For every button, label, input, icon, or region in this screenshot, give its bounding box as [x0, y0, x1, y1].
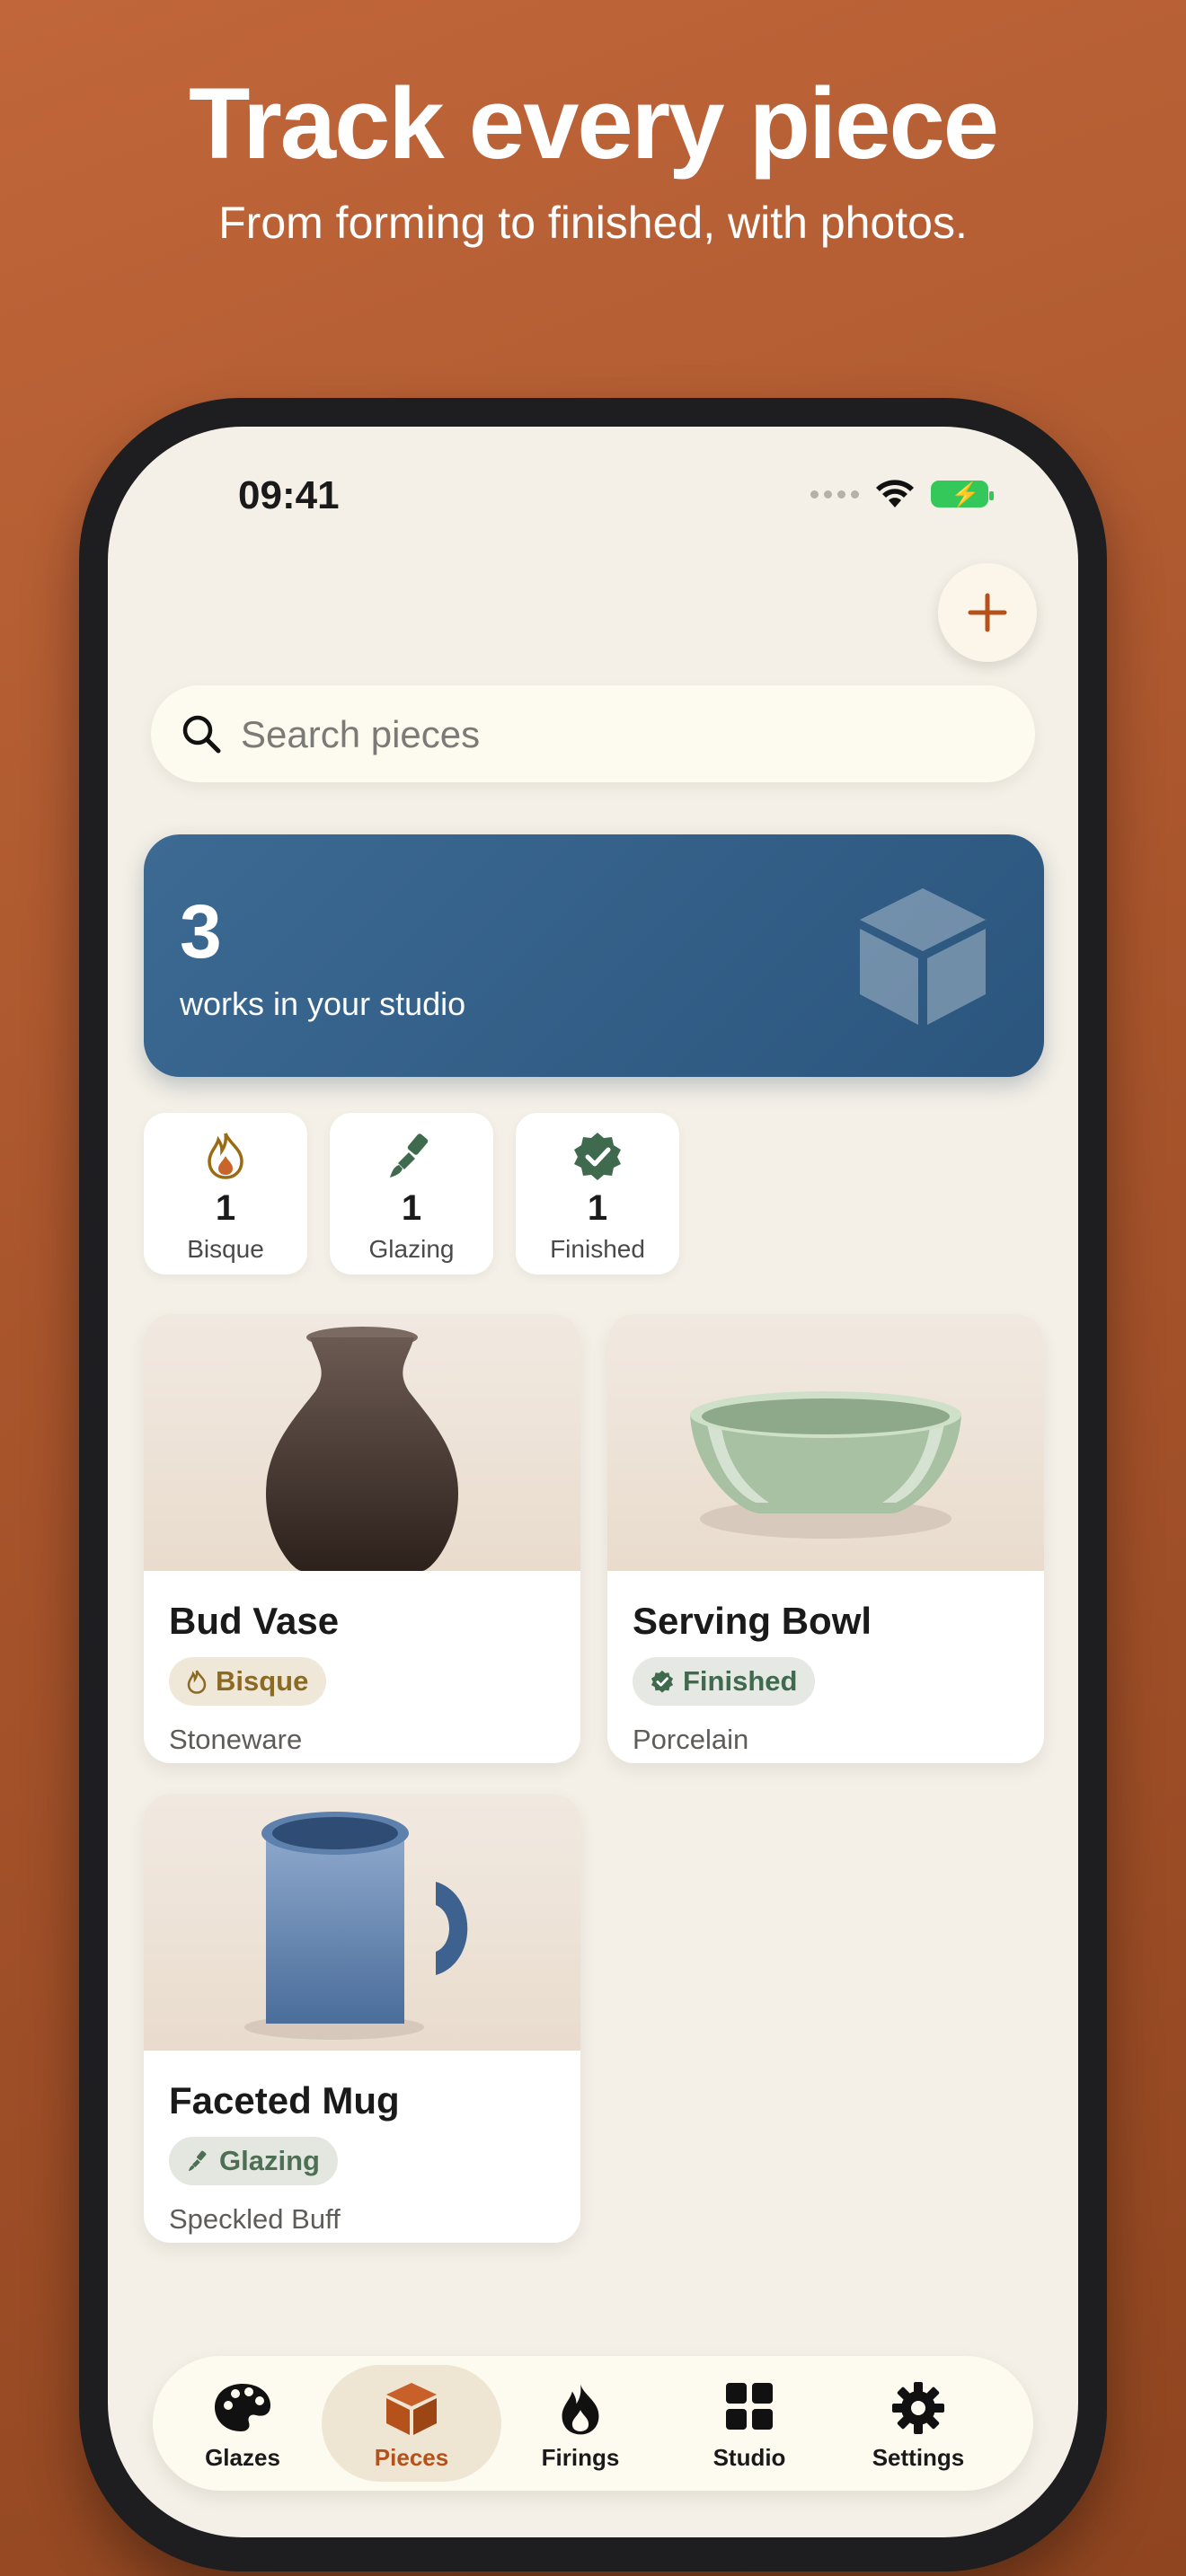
- status-badge: Glazing: [169, 2137, 338, 2185]
- grid-icon: [726, 2383, 773, 2430]
- piece-card-serving-bowl[interactable]: Serving Bowl Finished Porcelain: [607, 1314, 1044, 1763]
- battery-charging-icon: ⚡: [931, 481, 994, 507]
- stat-bisque[interactable]: 1 Bisque: [144, 1113, 307, 1275]
- mug-illustration: [244, 1812, 468, 2040]
- stat-label: Finished: [550, 1235, 645, 1263]
- piece-material: Stoneware: [169, 1724, 303, 1755]
- cube-icon: [386, 2383, 437, 2435]
- status-label: Finished: [683, 1665, 798, 1697]
- piece-material: Speckled Buff: [169, 2203, 341, 2235]
- status-time: 09:41: [238, 473, 340, 517]
- vase-illustration: [266, 1327, 458, 1571]
- tab-settings[interactable]: Settings: [828, 2365, 1008, 2482]
- flame-icon: [208, 1133, 243, 1179]
- tab-label: Studio: [712, 2444, 786, 2471]
- status-label: Glazing: [219, 2145, 320, 2176]
- search-icon: [182, 715, 221, 754]
- flame-icon: [562, 2384, 599, 2435]
- search-bar[interactable]: [151, 685, 1035, 782]
- piece-card-faceted-mug[interactable]: Faceted Mug Glazing Speckled Buff: [144, 1794, 580, 2243]
- status-badge: Bisque: [169, 1657, 327, 1706]
- tab-bar: Glazes Pieces Firings Studio Settings: [153, 2356, 1033, 2491]
- gear-icon: [892, 2382, 944, 2434]
- palette-icon: [215, 2384, 270, 2431]
- verified-check-icon: [574, 1133, 621, 1180]
- verified-check-icon: [651, 1670, 674, 1693]
- piece-photo: [144, 1314, 580, 1571]
- paintbrush-icon: [390, 1134, 429, 1178]
- tab-label: Settings: [872, 2444, 965, 2471]
- tab-glazes[interactable]: Glazes: [153, 2365, 332, 2482]
- paintbrush-icon: [188, 2150, 207, 2172]
- piece-material: Porcelain: [633, 1724, 749, 1755]
- status-badge: Finished: [633, 1657, 816, 1706]
- piece-card-bud-vase[interactable]: Bud Vase Bisque Stoneware: [144, 1314, 580, 1763]
- piece-title: Faceted Mug: [169, 2079, 400, 2122]
- stat-finished[interactable]: 1 Finished: [516, 1113, 679, 1275]
- stat-count: 1: [401, 1188, 422, 1228]
- add-piece-button[interactable]: [938, 563, 1037, 662]
- status-label: Bisque: [216, 1665, 309, 1697]
- piece-photo: [607, 1314, 1044, 1571]
- cube-icon: [860, 888, 986, 1025]
- works-count: 3: [180, 889, 222, 974]
- app-screen: 09:41 ⚡ 3 works in your studio: [108, 427, 1078, 2537]
- search-input[interactable]: [239, 707, 997, 763]
- stat-count: 1: [587, 1188, 608, 1228]
- wifi-icon: [876, 480, 914, 507]
- piece-title: Serving Bowl: [633, 1600, 872, 1642]
- stat-label: Bisque: [187, 1235, 264, 1263]
- plus-icon: [968, 593, 1007, 632]
- works-label: works in your studio: [180, 985, 466, 1022]
- marketing-headline: Track every piece: [188, 67, 999, 180]
- stat-glazing[interactable]: 1 Glazing: [330, 1113, 493, 1275]
- status-icons: ⚡: [810, 479, 994, 509]
- stat-label: Glazing: [368, 1235, 455, 1263]
- tab-firings[interactable]: Firings: [491, 2365, 670, 2482]
- tab-label: Pieces: [374, 2444, 449, 2471]
- studio-summary-card[interactable]: 3 works in your studio: [144, 834, 1044, 1077]
- piece-title: Bud Vase: [169, 1600, 340, 1642]
- flame-icon: [187, 1670, 207, 1694]
- tab-label: Glazes: [205, 2444, 280, 2471]
- tab-studio[interactable]: Studio: [659, 2365, 839, 2482]
- signal-dots-icon: [810, 490, 859, 498]
- tab-label: Firings: [541, 2444, 620, 2471]
- tab-pieces[interactable]: Pieces: [322, 2365, 501, 2482]
- marketing-subhead: From forming to finished, with photos.: [218, 198, 968, 248]
- bowl-illustration: [690, 1391, 961, 1539]
- stat-count: 1: [215, 1188, 236, 1228]
- piece-photo: [144, 1794, 580, 2051]
